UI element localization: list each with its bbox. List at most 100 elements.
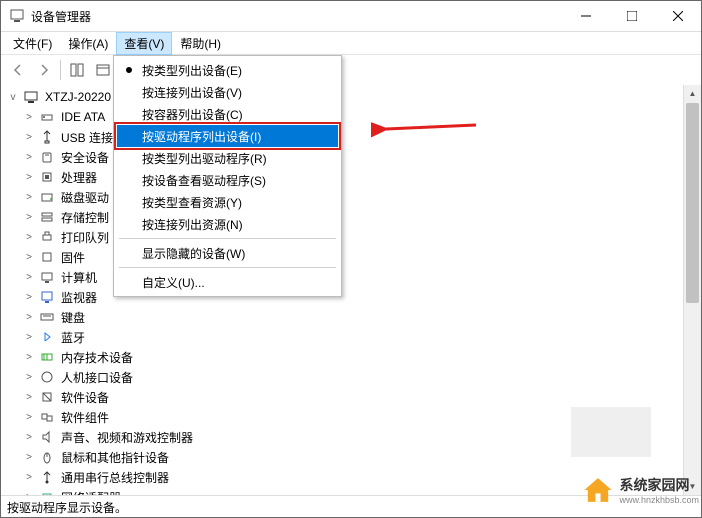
menu-item-label: 按设备查看驱动程序(S) [142, 172, 266, 189]
title-bar: 设备管理器 [1, 1, 701, 32]
tree-item-label: USB 连接 [59, 128, 115, 147]
tree-item[interactable]: >处理器 [7, 167, 684, 187]
nav-forward-button[interactable] [32, 58, 56, 82]
expand-icon[interactable]: > [23, 212, 35, 223]
storage-icon [39, 209, 55, 225]
expand-icon[interactable]: > [23, 452, 35, 463]
tree-item[interactable]: >声音、视频和游戏控制器 [7, 427, 684, 447]
menu-file[interactable]: 文件(F) [5, 32, 60, 55]
tree-item[interactable]: > 内存技术设备 [7, 347, 684, 367]
memory-icon [39, 349, 55, 365]
menu-item-label: 显示隐藏的设备(W) [142, 245, 245, 262]
toolbar: ? [1, 55, 701, 86]
tree-item-label: 内存技术设备 [59, 348, 135, 367]
device-tree: v XTZJ-20220 >IDE ATA>USB 连接>安全设备>处理器>磁盘… [1, 85, 684, 495]
expand-icon[interactable]: > [23, 292, 35, 303]
tree-item[interactable]: >键盘 [7, 307, 684, 327]
maximize-button[interactable] [609, 1, 655, 31]
house-icon [581, 473, 615, 507]
menu-item[interactable]: 按类型查看资源(Y) [117, 191, 338, 213]
scroll-up-button[interactable]: ▲ [684, 85, 701, 102]
tree-item[interactable]: >软件设备 [7, 387, 684, 407]
menu-help[interactable]: 帮助(H) [172, 32, 229, 55]
expand-icon[interactable]: > [23, 172, 35, 183]
toolbar-separator [60, 60, 61, 80]
expand-icon[interactable]: > [23, 392, 35, 403]
expand-icon[interactable]: > [23, 432, 35, 443]
expand-icon[interactable]: > [23, 412, 35, 423]
tree-item[interactable]: >固件 [7, 247, 684, 267]
expand-icon[interactable]: > [23, 192, 35, 203]
tree-item-label: 存储控制 [59, 208, 111, 227]
menu-item[interactable]: 自定义(U)... [117, 271, 338, 293]
expand-icon[interactable]: > [23, 132, 35, 143]
tree-item[interactable]: >计算机 [7, 267, 684, 287]
disk-icon [39, 189, 55, 205]
softdev-icon [39, 389, 55, 405]
expand-icon[interactable]: > [23, 232, 35, 243]
watermark-url: www.hnzkhbsb.com [619, 495, 699, 505]
expand-icon[interactable]: > [23, 312, 35, 323]
softcomp-icon [39, 409, 55, 425]
expand-icon[interactable]: v [7, 92, 19, 103]
tree-item[interactable]: >监视器 [7, 287, 684, 307]
scroll-thumb[interactable] [686, 103, 699, 303]
toolbar-button-1[interactable] [65, 58, 89, 82]
window-title: 设备管理器 [31, 8, 563, 25]
tree-item[interactable]: > 磁盘驱动 [7, 187, 684, 207]
tree-item[interactable]: > USB 连接 [7, 127, 684, 147]
menu-separator [119, 238, 336, 239]
tree-item[interactable]: >鼠标和其他指针设备 [7, 447, 684, 467]
expand-icon[interactable]: > [23, 332, 35, 343]
menu-item[interactable]: 按容器列出设备(C) [117, 103, 338, 125]
tree-item-label: 软件组件 [59, 408, 111, 427]
vertical-scrollbar[interactable]: ▲ ▼ [683, 85, 701, 495]
tree-root-label: XTZJ-20220 [43, 89, 113, 105]
tree-item[interactable]: > 存储控制 [7, 207, 684, 227]
menu-action[interactable]: 操作(A) [60, 32, 116, 55]
expand-icon[interactable]: > [23, 372, 35, 383]
menu-item[interactable]: 按类型列出驱动程序(R) [117, 147, 338, 169]
menu-view[interactable]: 查看(V) [116, 32, 172, 55]
status-text: 按驱动程序显示设备。 [7, 501, 127, 515]
menu-item[interactable]: 按驱动程序列出设备(I) [117, 125, 338, 147]
expand-icon[interactable]: > [23, 152, 35, 163]
menu-item[interactable]: 按设备查看驱动程序(S) [117, 169, 338, 191]
expand-icon[interactable]: > [23, 252, 35, 263]
tree-item[interactable]: >蓝牙 [7, 327, 684, 347]
expand-icon[interactable]: > [23, 472, 35, 483]
tree-item[interactable]: >IDE ATA [7, 107, 684, 127]
menu-item-label: 自定义(U)... [142, 274, 205, 291]
menu-item-label: 按类型列出设备(E) [142, 62, 242, 79]
nav-back-button[interactable] [6, 58, 30, 82]
tree-item[interactable]: > 软件组件 [7, 407, 684, 427]
expand-icon[interactable]: > [23, 272, 35, 283]
expand-icon[interactable]: > [23, 112, 35, 123]
close-button[interactable] [655, 1, 701, 31]
menu-item[interactable]: 按连接列出资源(N) [117, 213, 338, 235]
tree-item[interactable]: >安全设备 [7, 147, 684, 167]
minimize-button[interactable] [563, 1, 609, 31]
tree-root[interactable]: v XTZJ-20220 [7, 87, 684, 107]
menu-item[interactable]: 显示隐藏的设备(W) [117, 242, 338, 264]
menu-item[interactable]: 按类型列出设备(E) [117, 59, 338, 81]
tree-item-label: 通用串行总线控制器 [59, 468, 171, 487]
tree-item-label: 磁盘驱动 [59, 188, 111, 207]
app-icon [9, 8, 25, 24]
menu-item-label: 按连接列出资源(N) [142, 216, 243, 233]
menu-item-label: 按类型查看资源(Y) [142, 194, 242, 211]
watermark-brand: 系统家园网 [619, 475, 699, 495]
tree-item[interactable]: >打印队列 [7, 227, 684, 247]
computer-icon [23, 89, 39, 105]
bullet-icon [126, 67, 132, 73]
keyboard-icon [39, 309, 55, 325]
menu-bar: 文件(F) 操作(A) 查看(V) 帮助(H) [1, 32, 701, 55]
printer-icon [39, 229, 55, 245]
hid-icon [39, 369, 55, 385]
view-menu-dropdown: 按类型列出设备(E) 按连接列出设备(V)按容器列出设备(C)按驱动程序列出设备(… [113, 55, 342, 297]
expand-icon[interactable]: > [23, 352, 35, 363]
bluetooth-icon [39, 329, 55, 345]
menu-item[interactable]: 按连接列出设备(V) [117, 81, 338, 103]
tree-item[interactable]: >人机接口设备 [7, 367, 684, 387]
toolbar-button-2[interactable] [91, 58, 115, 82]
